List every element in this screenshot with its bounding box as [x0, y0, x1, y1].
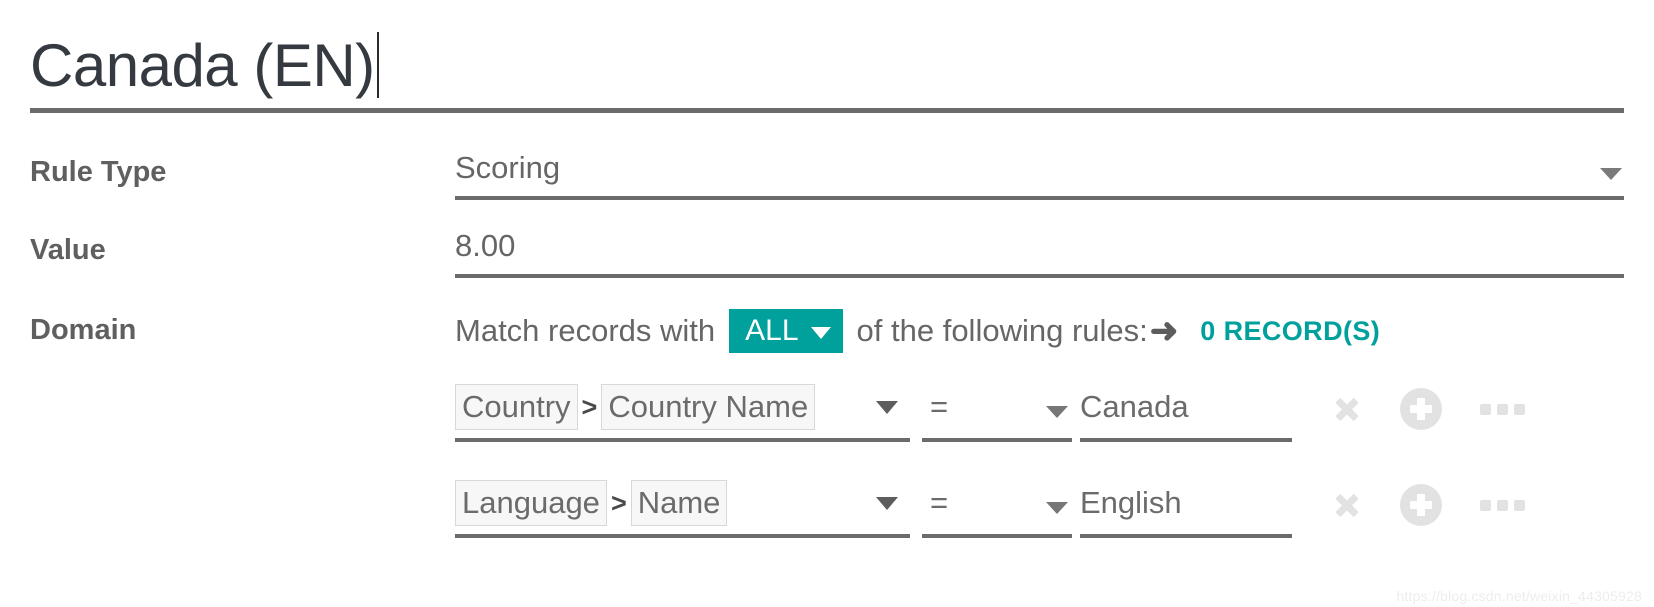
arrow-right-icon[interactable]: ➜	[1150, 314, 1179, 348]
chevron-down-icon[interactable]	[1600, 168, 1622, 180]
record-title-area: Canada (EN)	[30, 10, 1624, 113]
plus-circle-icon[interactable]	[1400, 388, 1442, 430]
rule-model-chip[interactable]: Country	[455, 384, 578, 430]
ellipsis-icon[interactable]	[1480, 403, 1525, 415]
domain-suffix-text: of the following rules:	[856, 313, 1148, 348]
domain-rule-row: Language > Name = English	[455, 472, 1624, 568]
page-title[interactable]: Canada (EN)	[30, 30, 375, 102]
rule-operator-value: =	[930, 389, 949, 424]
domain-rule-row: Country > Country Name = Canada	[455, 376, 1624, 472]
rule-model-chip[interactable]: Language	[455, 480, 607, 526]
rule-operator-value: =	[930, 485, 949, 520]
match-mode-dropdown[interactable]: ALL	[729, 309, 843, 353]
rule-type-value: Scoring	[455, 150, 561, 185]
field-row-rule-type: Rule Type Scoring	[30, 148, 1624, 226]
rule-operator-selector[interactable]: =	[922, 472, 1072, 538]
close-icon[interactable]	[1332, 490, 1362, 520]
domain-rules-list: Country > Country Name = Canada Language…	[455, 376, 1624, 568]
chevron-down-icon	[810, 326, 831, 339]
label-domain: Domain	[30, 314, 137, 346]
path-separator-icon: >	[581, 391, 598, 422]
chevron-down-icon[interactable]	[876, 496, 898, 510]
text-cursor	[376, 32, 379, 98]
watermark-text: https://blog.csdn.net/weixin_44305928	[1396, 588, 1642, 604]
match-mode-label: ALL	[745, 314, 799, 347]
value-input[interactable]: 8.00	[455, 226, 1624, 278]
title-underline	[30, 108, 1624, 113]
rule-field-chip[interactable]: Country Name	[601, 384, 816, 430]
record-title-row[interactable]: Canada (EN)	[30, 10, 1624, 102]
value-input-text: 8.00	[455, 228, 516, 263]
domain-prefix-text: Match records with	[455, 313, 716, 348]
field-row-domain: Domain Match records with ALL of the fol…	[30, 304, 1624, 568]
rule-value-input[interactable]: English	[1080, 472, 1292, 538]
field-cell-domain: Match records with ALL of the following …	[455, 304, 1624, 568]
chevron-down-icon[interactable]	[1046, 406, 1068, 418]
path-separator-icon: >	[610, 487, 627, 518]
form-body: Rule Type Scoring Value 8.00 Domain Matc…	[30, 148, 1624, 568]
rule-actions	[1332, 472, 1525, 538]
rule-field-path-selector[interactable]: Country > Country Name	[455, 376, 910, 442]
record-count-link[interactable]: 0 RECORD(S)	[1200, 316, 1380, 347]
chevron-down-icon[interactable]	[1046, 502, 1068, 514]
rule-value-input[interactable]: Canada	[1080, 376, 1292, 442]
rule-type-select[interactable]: Scoring	[455, 148, 1624, 200]
rule-field-path-selector[interactable]: Language > Name	[455, 472, 910, 538]
field-cell-value: 8.00	[455, 226, 1624, 278]
plus-circle-icon[interactable]	[1400, 484, 1442, 526]
record-form-page: Canada (EN) Rule Type Scoring Value 8.00	[0, 0, 1654, 607]
close-icon[interactable]	[1332, 394, 1362, 424]
domain-header: Match records with ALL of the following …	[455, 304, 1624, 358]
rule-value-text: Canada	[1080, 389, 1189, 424]
field-row-value: Value 8.00	[30, 226, 1624, 304]
chevron-down-icon[interactable]	[876, 400, 898, 414]
rule-value-text: English	[1080, 485, 1182, 520]
rule-field-chip[interactable]: Name	[630, 480, 728, 526]
rule-actions	[1332, 376, 1525, 442]
rule-operator-selector[interactable]: =	[922, 376, 1072, 442]
field-cell-rule-type: Scoring	[455, 148, 1624, 200]
label-value: Value	[30, 234, 106, 266]
label-rule-type: Rule Type	[30, 156, 167, 188]
ellipsis-icon[interactable]	[1480, 499, 1525, 511]
